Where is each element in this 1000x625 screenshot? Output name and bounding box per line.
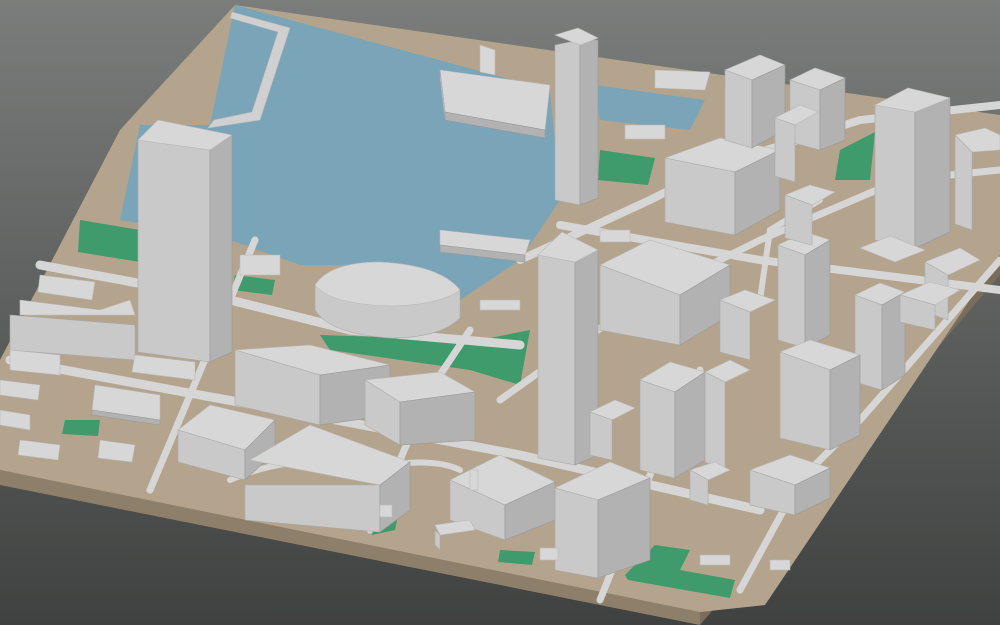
tower-central bbox=[537, 231, 599, 466]
tower-harbor bbox=[554, 27, 599, 206]
city-scene bbox=[0, 0, 1000, 625]
tower-west bbox=[137, 119, 233, 363]
tower-east-1 bbox=[874, 87, 951, 249]
park-small-1 bbox=[62, 420, 100, 436]
3d-city-model-viewport[interactable] bbox=[0, 0, 1000, 625]
